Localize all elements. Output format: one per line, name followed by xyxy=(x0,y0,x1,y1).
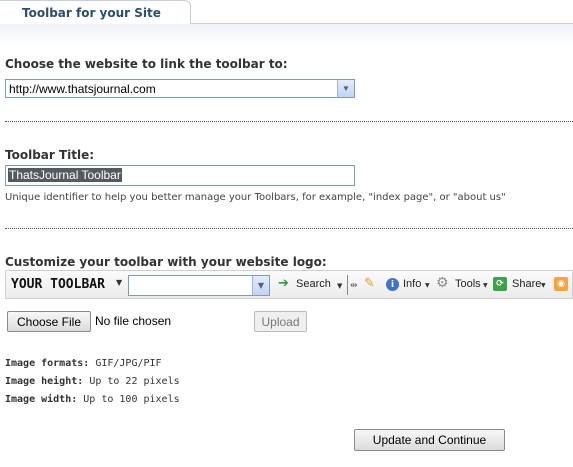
pencil-icon[interactable]: ✎ xyxy=(364,277,375,291)
image-formats-line: Image formats: GIF/JPG/PIF xyxy=(5,358,162,369)
toolbar-search-input[interactable]: ▼ xyxy=(128,275,270,296)
info-icon: i xyxy=(386,278,399,291)
share-dropdown-icon[interactable]: ▼ xyxy=(541,279,546,293)
chevron-down-icon[interactable]: ▼ xyxy=(337,80,354,97)
resize-handle-icon[interactable]: ⇹ xyxy=(350,279,358,293)
file-status: No file chosen xyxy=(95,314,172,328)
image-formats-label: Image formats: xyxy=(5,358,90,369)
header-gradient xyxy=(0,24,573,46)
upload-button[interactable]: Upload xyxy=(254,311,307,332)
image-height-value: Up to 22 pixels xyxy=(89,376,180,387)
toolbar-info-button[interactable]: Info xyxy=(403,278,421,290)
tab-toolbar-for-your-site[interactable]: Toolbar for your Site xyxy=(0,0,191,25)
image-height-label: Image height: xyxy=(5,376,84,387)
toolbar-title-label: Toolbar Title: xyxy=(5,148,95,162)
rss-icon[interactable]: ◉ xyxy=(554,277,568,291)
divider xyxy=(5,121,573,122)
update-and-continue-button[interactable]: Update and Continue xyxy=(354,429,505,451)
toolbar-preview: YOUR TOOLBAR ▼ ▼ ➔ Search ▼ ⇹ ✎ i Info ▼… xyxy=(5,270,573,299)
toolbar-title-input[interactable]: ThatsJournal Toolbar xyxy=(5,165,355,186)
toolbar-tools-button[interactable]: Tools xyxy=(455,278,481,290)
share-icon: ⟳ xyxy=(493,277,507,291)
logo-dropdown-arrow-icon[interactable]: ▼ xyxy=(116,278,122,287)
info-dropdown-icon[interactable]: ▼ xyxy=(425,279,430,293)
search-dropdown-icon[interactable]: ▼ xyxy=(337,279,342,293)
image-width-line: Image width: Up to 100 pixels xyxy=(5,394,180,405)
toolbar-logo: YOUR TOOLBAR xyxy=(11,277,105,292)
image-height-line: Image height: Up to 22 pixels xyxy=(5,376,180,387)
tools-dropdown-icon[interactable]: ▼ xyxy=(483,279,488,293)
image-width-value: Up to 100 pixels xyxy=(83,394,180,405)
website-select[interactable]: http://www.thatsjournal.com ▼ xyxy=(5,79,355,98)
divider xyxy=(5,228,573,229)
image-formats-value: GIF/JPG/PIF xyxy=(95,358,162,369)
gear-icon: ⚙ xyxy=(436,275,449,291)
toolbar-share-button[interactable]: Share xyxy=(512,278,541,290)
search-arrow-icon: ➔ xyxy=(278,276,289,291)
toolbar-search-button[interactable]: Search xyxy=(296,278,331,290)
choose-file-button[interactable]: Choose File xyxy=(7,311,91,332)
logo-label: Customize your toolbar with your website… xyxy=(5,255,327,269)
website-label: Choose the website to link the toolbar t… xyxy=(5,57,288,71)
toolbar-title-hint: Unique identifier to help you better man… xyxy=(5,192,506,203)
toolbar-title-value: ThatsJournal Toolbar xyxy=(8,168,122,182)
toolbar-separator xyxy=(347,275,348,295)
chevron-down-icon[interactable]: ▼ xyxy=(252,276,269,295)
website-select-value: http://www.thatsjournal.com xyxy=(9,82,156,96)
tab-bar: Toolbar for your Site xyxy=(0,0,573,25)
image-width-label: Image width: xyxy=(5,394,78,405)
